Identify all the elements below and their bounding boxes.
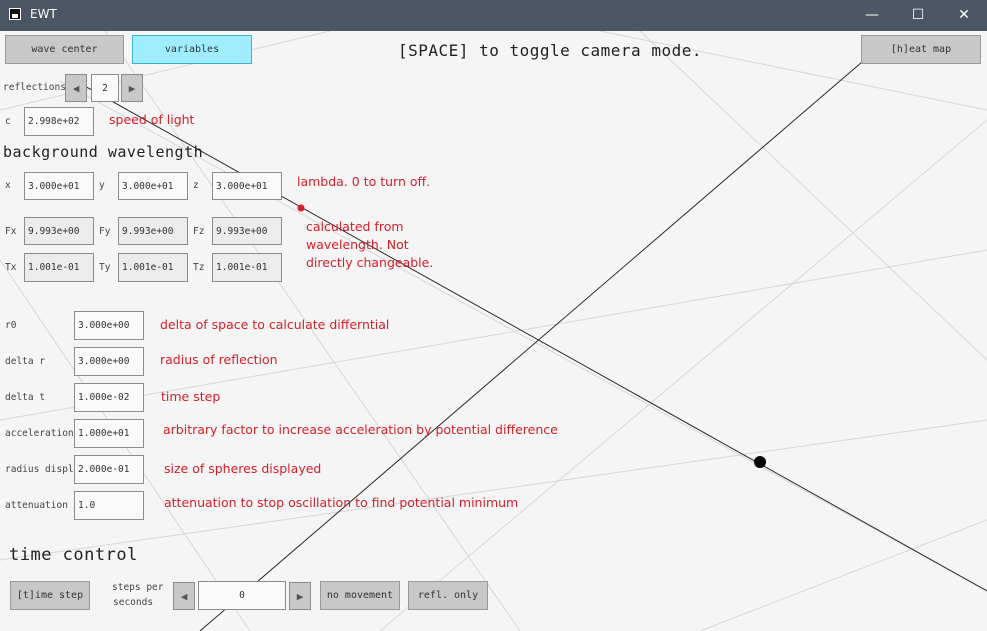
steps-decrease-button[interactable]: ◀ [173,582,195,610]
camera-mode-hint: [SPACE] to toggle camera mode. [398,41,702,60]
radius-displ-field[interactable]: 2.000e-01 [74,455,144,484]
r0-field[interactable]: 3.000e+00 [74,311,144,340]
reflections-label: reflections [3,82,66,93]
fy-label: Fy [99,226,111,237]
calculated-note-line-2: wavelength. Not [306,237,409,252]
steps-per-second-field[interactable]: 0 [198,581,286,610]
delta-r-label: delta r [5,356,46,367]
fz-field: 9.993e+00 [212,217,282,245]
seconds-label: seconds [113,597,154,608]
ty-label: Ty [99,262,111,273]
time-step-button[interactable]: [t]ime step [10,581,90,610]
delta-r-note: radius of reflection [160,352,278,367]
attenuation-field[interactable]: 1.0 [74,491,144,520]
time-control-heading: time control [9,545,138,565]
tx-field: 1.001e-01 [24,253,94,282]
r0-label: r0 [5,320,17,331]
calculated-note-line-3: directly changeable. [306,255,434,270]
black-sphere [754,456,766,468]
radius-displ-note: size of spheres displayed [164,461,322,476]
app-icon [9,8,21,20]
c-note: speed of light [109,112,195,127]
steps-per-label: steps per [112,582,164,593]
attenuation-label: attenuation [5,500,68,511]
fx-field: 9.993e+00 [24,217,94,245]
no-movement-button[interactable]: no movement [320,581,400,610]
maximize-button[interactable]: ☐ [895,0,941,31]
fy-field: 9.993e+00 [118,217,188,245]
tz-field: 1.001e-01 [212,253,282,282]
acceleration-note: arbitrary factor to increase acceleratio… [163,422,558,437]
tx-label: Tx [5,262,17,273]
delta-t-field[interactable]: 1.000e-02 [74,383,144,412]
c-label: c [5,116,11,127]
lambda-x-field[interactable]: 3.000e+01 [24,172,94,200]
tz-label: Tz [193,262,205,273]
reflections-decrease-button[interactable]: ◀ [65,74,87,102]
attenuation-note: attenuation to stop oscillation to find … [164,495,519,510]
r0-note: delta of space to calculate differntial [160,317,390,332]
lambda-z-field[interactable]: 3.000e+01 [212,172,282,200]
fx-label: Fx [5,226,17,237]
heat-map-button[interactable]: [h]eat map [861,35,981,64]
steps-increase-button[interactable]: ▶ [289,582,311,610]
lambda-y-field[interactable]: 3.000e+01 [118,172,188,200]
window-title: EWT [30,7,57,21]
delta-t-note: time step [161,389,221,404]
acceleration-label: acceleration [5,428,74,439]
acceleration-field[interactable]: 1.000e+01 [74,419,144,448]
lambda-y-label: y [99,180,105,191]
lambda-note: lambda. 0 to turn off. [297,174,431,189]
ty-field: 1.001e-01 [118,253,188,282]
minimize-button[interactable]: — [849,0,895,31]
delta-t-label: delta t [5,392,46,403]
lambda-z-label: z [193,180,199,191]
lambda-x-label: x [5,180,11,191]
axis-lines [64,61,987,631]
refl-only-button[interactable]: refl. only [408,581,488,610]
red-marker-sphere [297,204,305,212]
calculated-note-line-1: calculated from [306,219,404,234]
c-field[interactable]: 2.998e+02 [24,107,94,136]
wave-center-button[interactable]: wave center [5,35,124,64]
delta-r-field[interactable]: 3.000e+00 [74,347,144,376]
reflections-increase-button[interactable]: ▶ [121,74,143,102]
fz-label: Fz [193,226,205,237]
reflections-field[interactable]: 2 [91,74,119,102]
title-bar: EWT — ☐ ✕ [0,0,987,31]
background-wavelength-heading: background wavelength [3,143,204,161]
close-button[interactable]: ✕ [941,0,987,31]
variables-button[interactable]: variables [132,35,252,64]
radius-displ-label: radius displ [5,464,74,475]
